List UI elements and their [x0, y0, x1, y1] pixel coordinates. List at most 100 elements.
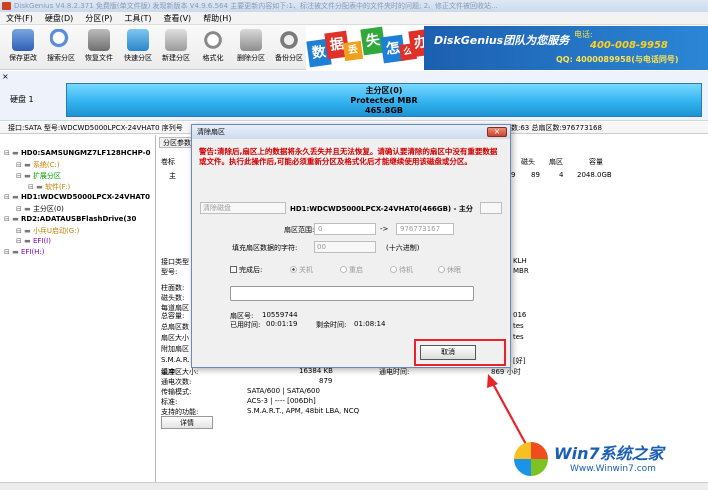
cancel-button[interactable]: 取消: [420, 345, 476, 360]
checkbox-icon: [230, 266, 237, 273]
remaining-value: 01:08:14: [354, 320, 386, 328]
column-header: 磁头: [521, 158, 535, 166]
warning-text: 警告:清除后,扇区上的数据将永久丢失并且无法恢复。请确认要清除的扇区中没有重要数…: [199, 147, 498, 166]
recover-files-button[interactable]: 恢复文件: [78, 27, 120, 67]
param-label: 传输模式:: [161, 388, 192, 396]
backup-icon: [278, 29, 300, 51]
expand-icon[interactable]: ⊟: [16, 227, 24, 235]
recover-icon: [88, 29, 110, 51]
tree-item[interactable]: ⊟ ▬ HD0:SAMSUNGMZ7LF128HCHP-0: [4, 149, 150, 157]
range-arrow: ->: [380, 225, 389, 233]
param-label: 磁头数:: [161, 294, 185, 302]
tree-item[interactable]: ⊟ ▬ 小兵U启动(G:): [16, 226, 79, 236]
transfer-mode-value: SATA/600 | SATA/600: [247, 387, 320, 395]
expand-icon[interactable]: ⊟: [4, 193, 12, 201]
tree-item[interactable]: ⊟ ▬ 系统(C:): [16, 160, 60, 170]
standard-value: ACS-3 | ---- [006Dh]: [247, 397, 316, 405]
expand-icon[interactable]: ⊟: [16, 161, 24, 169]
features-value: S.M.A.R.T., APM, 48bit LBA, NCQ: [247, 407, 360, 415]
param-label: 总扇区数: [161, 323, 189, 331]
save-icon: [12, 29, 34, 51]
partition-block[interactable]: 主分区(0) Protected MBR 465.8GB: [66, 83, 702, 117]
param-value: 016: [513, 311, 527, 319]
quick-partition-icon: [127, 29, 149, 51]
radio-hibernate[interactable]: 休眠: [438, 265, 461, 275]
radio-restart[interactable]: 重启: [340, 265, 363, 275]
expand-icon[interactable]: ⊟: [4, 248, 12, 256]
menu-help[interactable]: 帮助(H): [197, 12, 237, 25]
column-header: 卷标: [161, 158, 175, 166]
menu-file[interactable]: 文件(F): [0, 12, 39, 25]
delete-partition-icon: [240, 29, 262, 51]
range-from-input[interactable]: 0: [314, 223, 376, 235]
fill-char-unit: (十六进制): [386, 244, 420, 252]
elapsed-label: 已用时间:: [230, 321, 261, 329]
new-partition-button[interactable]: 新建分区: [155, 27, 197, 67]
clear-sectors-dialog: 清除扇区 × 警告:清除后,扇区上的数据将永久丢失并且无法恢复。请确认要清除的扇…: [191, 124, 511, 368]
tree-item-label: EFI(I): [32, 237, 51, 245]
param-value: tes: [513, 322, 524, 330]
format-icon: [202, 29, 224, 51]
power-time-value: 869 小时: [491, 368, 521, 376]
menu-view[interactable]: 查看(V): [157, 12, 197, 25]
radio-standby[interactable]: 待机: [390, 265, 413, 275]
disk-map: × 硬盘 1 主分区(0) Protected MBR 465.8GB: [0, 71, 708, 121]
drive-icon: ▬: [12, 149, 21, 157]
tree-item-label: HD1:WDCWD5000LPCX-24VHAT0: [20, 193, 150, 201]
on-complete-checkbox[interactable]: 完成后:: [230, 265, 262, 275]
tree-item-label: 软件(F:): [44, 183, 71, 191]
new-partition-icon: [165, 29, 187, 51]
param-label: 标准:: [161, 398, 178, 406]
tree-item[interactable]: ⊟ ▬ EFI(I): [16, 237, 51, 245]
expand-icon[interactable]: ⊟: [28, 183, 36, 191]
radio-shutdown[interactable]: 关机: [290, 265, 313, 275]
close-icon[interactable]: ×: [2, 72, 9, 81]
format-button[interactable]: 格式化: [192, 27, 234, 67]
tree-item[interactable]: ⊟ ▬ 软件(F:): [28, 182, 70, 192]
param-label: 扇区大小: [161, 334, 189, 342]
menu-disk[interactable]: 硬盘(D): [39, 12, 79, 25]
fill-char-select[interactable]: 00: [314, 241, 376, 253]
buffer-size-value: 16384 KB: [299, 367, 333, 375]
power-time-label: 通电时间:: [379, 368, 410, 376]
tree-item[interactable]: ⊟ ▬ RD2:ADATAUSBFlashDrive(30: [4, 215, 136, 223]
expand-icon[interactable]: ⊟: [4, 149, 12, 157]
expand-icon[interactable]: ⊟: [16, 237, 24, 245]
brand-name: DiskGenius团队为您服务: [434, 34, 570, 47]
save-button[interactable]: 保存更改: [2, 27, 44, 67]
param-label: 通电次数:: [161, 378, 192, 386]
menu-tools[interactable]: 工具(T): [118, 12, 157, 25]
disk-tree: ⊟ ▬ HD0:SAMSUNGMZ7LF128HCHP-0 ⊟ ▬ 系统(C:) ⊟…: [0, 135, 156, 482]
app-icon: [2, 2, 11, 10]
tree-item[interactable]: ⊟ ▬ HD1:WDCWD5000LPCX-24VHAT0: [4, 193, 150, 201]
backup-partition-button[interactable]: 备份分区: [268, 27, 310, 67]
tree-item-label: EFI(H:): [20, 248, 45, 256]
table-cell: 2048.0GB: [577, 171, 612, 179]
phone-number: 400-008-9958: [590, 40, 668, 51]
range-to-input[interactable]: 976773167: [396, 223, 454, 235]
drive-icon: ▬: [12, 215, 21, 223]
disk-label: 硬盘 1: [10, 95, 34, 104]
tree-item[interactable]: ⊟ ▬ EFI(H:): [4, 248, 45, 256]
expand-icon[interactable]: ⊟: [16, 205, 24, 213]
target-dropdown[interactable]: 清除磁盘: [200, 202, 286, 214]
expand-icon[interactable]: ⊟: [16, 172, 24, 180]
table-cell: 9: [511, 171, 516, 179]
delete-partition-button[interactable]: 删除分区: [230, 27, 272, 67]
tree-item-label: 小兵U启动(G:): [32, 227, 80, 235]
menu-partition[interactable]: 分区(P): [79, 12, 118, 25]
tree-item[interactable]: ⊟ ▬ 扩展分区: [16, 171, 61, 181]
details-button[interactable]: 详情: [161, 416, 213, 429]
browse-button[interactable]: [480, 202, 502, 214]
column-header: 容量: [589, 158, 603, 166]
tree-item[interactable]: ⊟ ▬ 主分区(0): [16, 204, 64, 214]
power-count-value: 879: [319, 377, 333, 385]
param-label: S.M.A.R.: [161, 356, 190, 364]
menu-bar: 文件(F) 硬盘(D) 分区(P) 工具(T) 查看(V) 帮助(H): [0, 12, 708, 25]
search-partition-button[interactable]: 搜索分区: [40, 27, 82, 67]
quick-partition-button[interactable]: 快速分区: [117, 27, 159, 67]
expand-icon[interactable]: ⊟: [4, 215, 12, 223]
fill-char-label: 填充扇区数据的字符:: [232, 244, 298, 252]
drive-icon: ▬: [24, 205, 33, 213]
dialog-close-button[interactable]: ×: [487, 127, 507, 137]
